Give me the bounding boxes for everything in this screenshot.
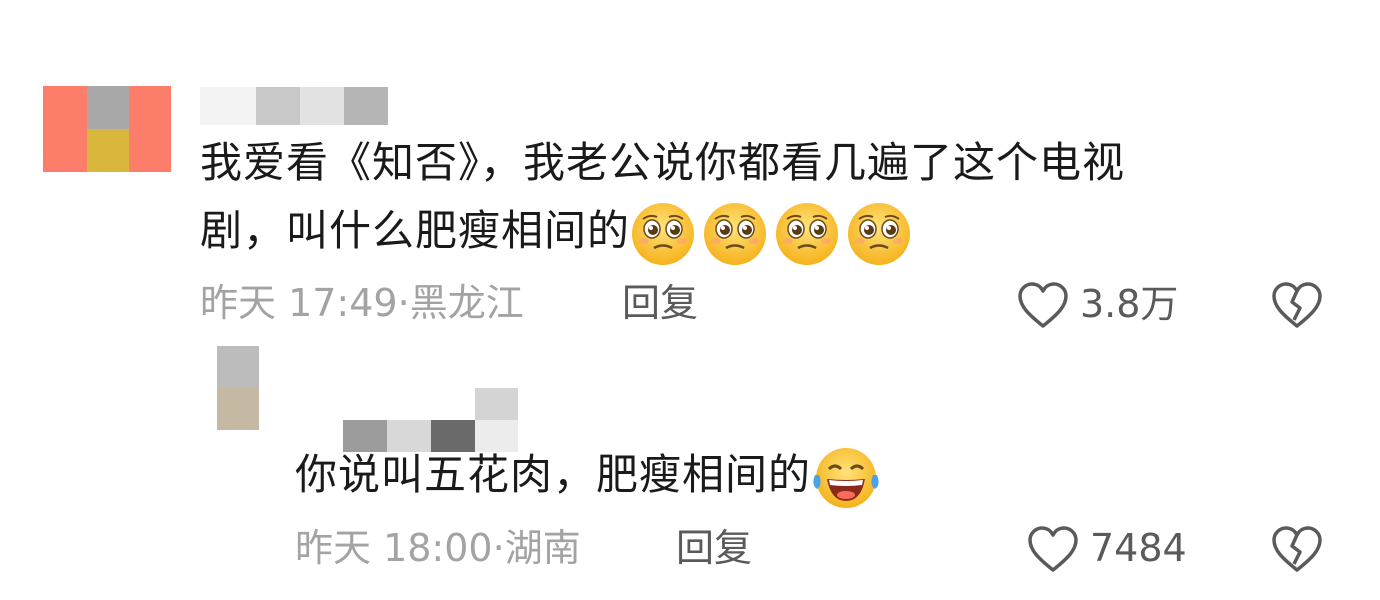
- heart-outline-icon[interactable]: [1026, 524, 1080, 574]
- comment-time: 昨天 17:49: [200, 281, 398, 325]
- comment-text-line: 你说叫五花肉，肥瘦相间的: [295, 444, 881, 511]
- heart-outline-icon[interactable]: [1016, 280, 1070, 330]
- reply-button[interactable]: 回复: [622, 280, 698, 326]
- like-count: 3.8万: [1080, 282, 1179, 326]
- comment-meta: 昨天 17:49·黑龙江: [200, 280, 524, 326]
- laughing-tears-emoji: [813, 447, 879, 508]
- username[interactable]: [343, 388, 518, 452]
- comment-location: 黑龙江: [409, 281, 524, 325]
- comment-meta: 昨天 18:00·湖南: [295, 525, 581, 571]
- comment-text-line: 我爱看《知否》，我老公说你都看几遍了这个电视: [200, 138, 1126, 187]
- avatar[interactable]: [43, 86, 171, 172]
- username[interactable]: [200, 87, 388, 125]
- comment-text-line: 剧，叫什么肥瘦相间的: [200, 200, 912, 267]
- meta-separator: ·: [397, 281, 410, 325]
- pleading-face-emoji: [776, 202, 839, 265]
- avatar[interactable]: [217, 346, 259, 430]
- reply-button[interactable]: 回复: [676, 525, 752, 571]
- broken-heart-icon[interactable]: [1270, 280, 1324, 330]
- comment-location: 湖南: [504, 526, 581, 570]
- comment-text: 你说叫五花肉，肥瘦相间的: [295, 450, 812, 499]
- comment-time: 昨天 18:00: [295, 526, 493, 570]
- pleading-face-emoji: [848, 202, 911, 265]
- meta-separator: ·: [492, 526, 505, 570]
- broken-heart-icon[interactable]: [1270, 524, 1324, 574]
- like-count: 7484: [1090, 526, 1187, 570]
- pleading-face-emoji: [632, 202, 695, 265]
- pleading-face-emoji: [704, 202, 767, 265]
- comment-text: 剧，叫什么肥瘦相间的: [200, 206, 631, 255]
